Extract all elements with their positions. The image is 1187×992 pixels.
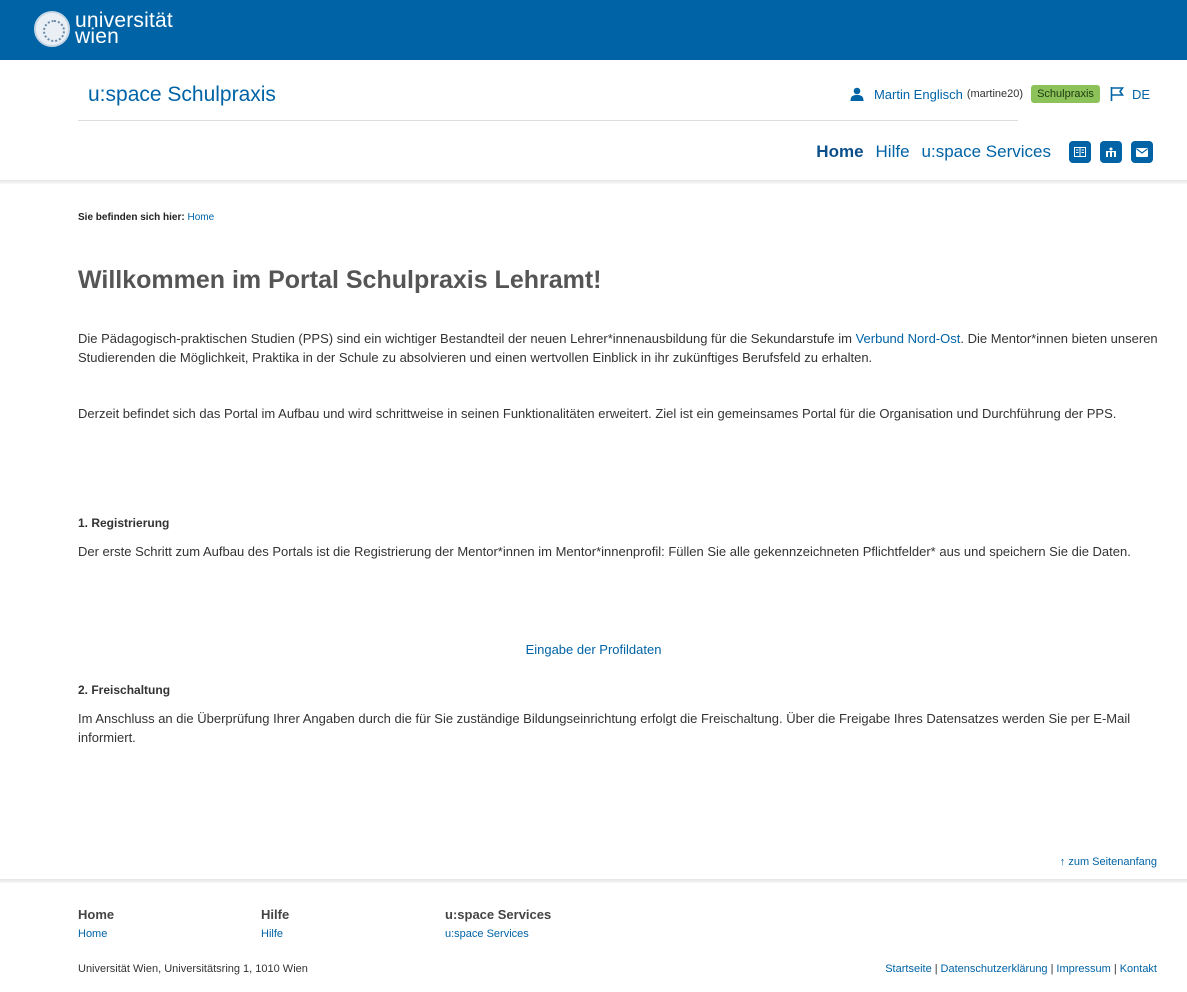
section-activation-text: Im Anschluss an die Überprüfung Ihrer An… — [78, 711, 1131, 745]
header-divider — [78, 120, 1018, 121]
footer-link-startseite[interactable]: Startseite — [885, 963, 931, 975]
nav-item-home[interactable]: Home — [816, 142, 863, 162]
flag-icon[interactable] — [1110, 86, 1124, 102]
section-activation-title: 2. Freischaltung — [78, 683, 171, 697]
nav-item-hilfe[interactable]: Hilfe — [876, 142, 910, 162]
user-name-link[interactable]: Martin Englisch — [874, 87, 963, 102]
org-icon[interactable] — [1100, 141, 1122, 163]
top-bar: universität wien — [0, 0, 1187, 60]
verbund-nord-ost-link[interactable]: Verbund Nord-Ost — [856, 331, 961, 346]
user-area: Martin Englisch (martine20) Schulpraxis … — [850, 85, 1150, 103]
status-paragraph: Derzeit befindet sich das Portal im Aufb… — [78, 406, 1117, 421]
user-id: (martine20) — [966, 88, 1024, 100]
language-switch[interactable]: DE — [1132, 87, 1150, 102]
footer-divider — [0, 879, 1187, 883]
footer-legal-links: Startseite | Datenschutzerklärung | Impressu… — [885, 963, 1157, 975]
separator: | — [1050, 963, 1054, 975]
book-icon[interactable] — [1069, 141, 1091, 163]
nav-divider — [0, 180, 1187, 184]
back-to-top-link[interactable]: ↑ zum Seitenanfang — [1060, 856, 1157, 868]
footer-link-hilfe[interactable]: Hilfe — [261, 928, 289, 940]
footer-link-uspace-services[interactable]: u:space Services — [445, 928, 551, 940]
user-icon — [850, 87, 864, 101]
role-badge: Schulpraxis — [1031, 85, 1100, 103]
intro-text-before: Die Pädagogisch-praktischen Studien (PPS… — [78, 331, 856, 346]
page-title: Willkommen im Portal Schulpraxis Lehramt… — [78, 266, 602, 294]
breadcrumb-label: Sie befinden sich hier: — [78, 212, 185, 223]
footer-column-home: Home Home — [78, 907, 114, 940]
footer-column-hilfe: Hilfe Hilfe — [261, 907, 289, 940]
footer-column-uspace-services: u:space Services u:space Services — [445, 907, 551, 940]
footer-link-home[interactable]: Home — [78, 928, 114, 940]
main-nav: Home Hilfe u:space Services — [804, 141, 1153, 163]
breadcrumb-home-link[interactable]: Home — [187, 212, 214, 223]
nav-item-uspace-services[interactable]: u:space Services — [922, 142, 1051, 162]
footer-link-impressum[interactable]: Impressum — [1056, 963, 1110, 975]
footer-heading-hilfe: Hilfe — [261, 907, 290, 922]
footer-heading-home: Home — [78, 907, 115, 922]
logo-text: universität wien — [75, 10, 173, 48]
section-registration-title: 1. Registrierung — [78, 516, 170, 530]
intro-paragraph: Die Pädagogisch-praktischen Studien (PPS… — [78, 329, 1163, 367]
logo-line-2: wien — [75, 25, 119, 48]
separator: | — [1113, 963, 1117, 975]
mail-icon[interactable] — [1131, 141, 1153, 163]
footer-link-datenschutz[interactable]: Datenschutzerklärung — [941, 963, 1048, 975]
university-seal-icon — [34, 11, 70, 47]
footer-heading-uspace-services: u:space Services — [445, 907, 552, 922]
app-title[interactable]: u:space Schulpraxis — [88, 83, 276, 107]
section-registration-text: Der erste Schritt zum Aufbau des Portals… — [78, 544, 1131, 559]
breadcrumb: Sie befinden sich hier: Home — [78, 212, 214, 223]
profile-data-link[interactable]: Eingabe der Profildaten — [0, 642, 1187, 657]
university-logo[interactable]: universität wien — [34, 10, 173, 48]
footer-link-kontakt[interactable]: Kontakt — [1120, 963, 1157, 975]
separator: | — [934, 963, 938, 975]
footer-address: Universität Wien, Universitätsring 1, 10… — [78, 963, 308, 975]
